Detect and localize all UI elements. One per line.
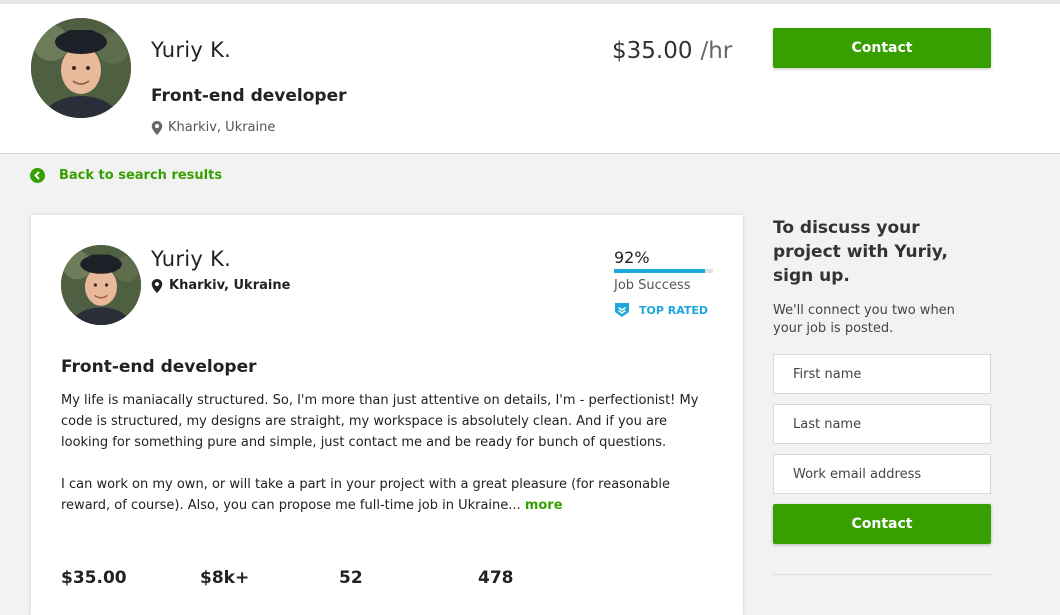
- top-rated-label: TOP RATED: [639, 303, 709, 317]
- back-chevron-icon: [30, 168, 45, 183]
- email-field[interactable]: [773, 454, 991, 494]
- profile-card: Yuriy K. Kharkiv, Ukraine 92% Job Succes…: [31, 215, 743, 615]
- map-pin-icon: [151, 120, 163, 135]
- rate-value: $35.00: [612, 38, 693, 64]
- more-link[interactable]: more: [525, 498, 563, 513]
- job-success-percent: 92%: [614, 248, 650, 267]
- back-to-search-link[interactable]: Back to search results: [30, 168, 222, 183]
- signup-contact-button[interactable]: Contact: [773, 504, 991, 544]
- stat-jobs: 52: [339, 568, 363, 588]
- stat-hourly-rate: $35.00: [61, 568, 127, 588]
- bio-paragraph: My life is maniacally structured. So, I'…: [61, 393, 699, 450]
- freelancer-name: Yuriy K.: [151, 247, 232, 271]
- profile-header: Yuriy K. Front-end developer Kharkiv, Uk…: [0, 0, 1060, 154]
- top-rated-badge-icon: [615, 303, 629, 317]
- signup-subtext: We'll connect you two when your job is p…: [773, 303, 955, 336]
- hourly-rate: $35.00/hr: [612, 38, 732, 64]
- bio-text: I can work on my own, or will take a par…: [61, 477, 670, 513]
- freelancer-name: Yuriy K.: [151, 38, 232, 62]
- job-success-label: Job Success: [614, 278, 691, 293]
- signup-heading: To discuss your project with Yuriy, sign…: [773, 218, 948, 286]
- back-link-label: Back to search results: [59, 168, 223, 183]
- bio: My life is maniacally structured. So, I'…: [61, 390, 701, 537]
- rate-unit: /hr: [700, 38, 733, 64]
- stat-total-earned: $8k+: [200, 568, 250, 588]
- profile-title: Front-end developer: [61, 357, 257, 377]
- avatar: [61, 245, 141, 325]
- contact-button[interactable]: Contact: [773, 28, 991, 68]
- top-rated-badge: TOP RATED: [614, 302, 708, 318]
- last-name-field[interactable]: [773, 404, 991, 444]
- freelancer-location: Kharkiv, Ukraine: [151, 278, 290, 293]
- job-success-bar-fill: [614, 269, 706, 273]
- freelancer-title: Front-end developer: [151, 86, 347, 106]
- bio-paragraph: I can work on my own, or will take a par…: [61, 474, 701, 516]
- location-text: Kharkiv, Ukraine: [169, 278, 291, 293]
- job-success-bar: [614, 269, 713, 273]
- stat-hours: 478: [478, 568, 514, 588]
- sidebar-divider: [773, 574, 991, 575]
- location-text: Kharkiv, Ukraine: [168, 120, 276, 135]
- map-pin-icon: [151, 278, 163, 293]
- first-name-field[interactable]: [773, 354, 991, 394]
- freelancer-location: Kharkiv, Ukraine: [151, 120, 275, 135]
- avatar: [31, 18, 131, 118]
